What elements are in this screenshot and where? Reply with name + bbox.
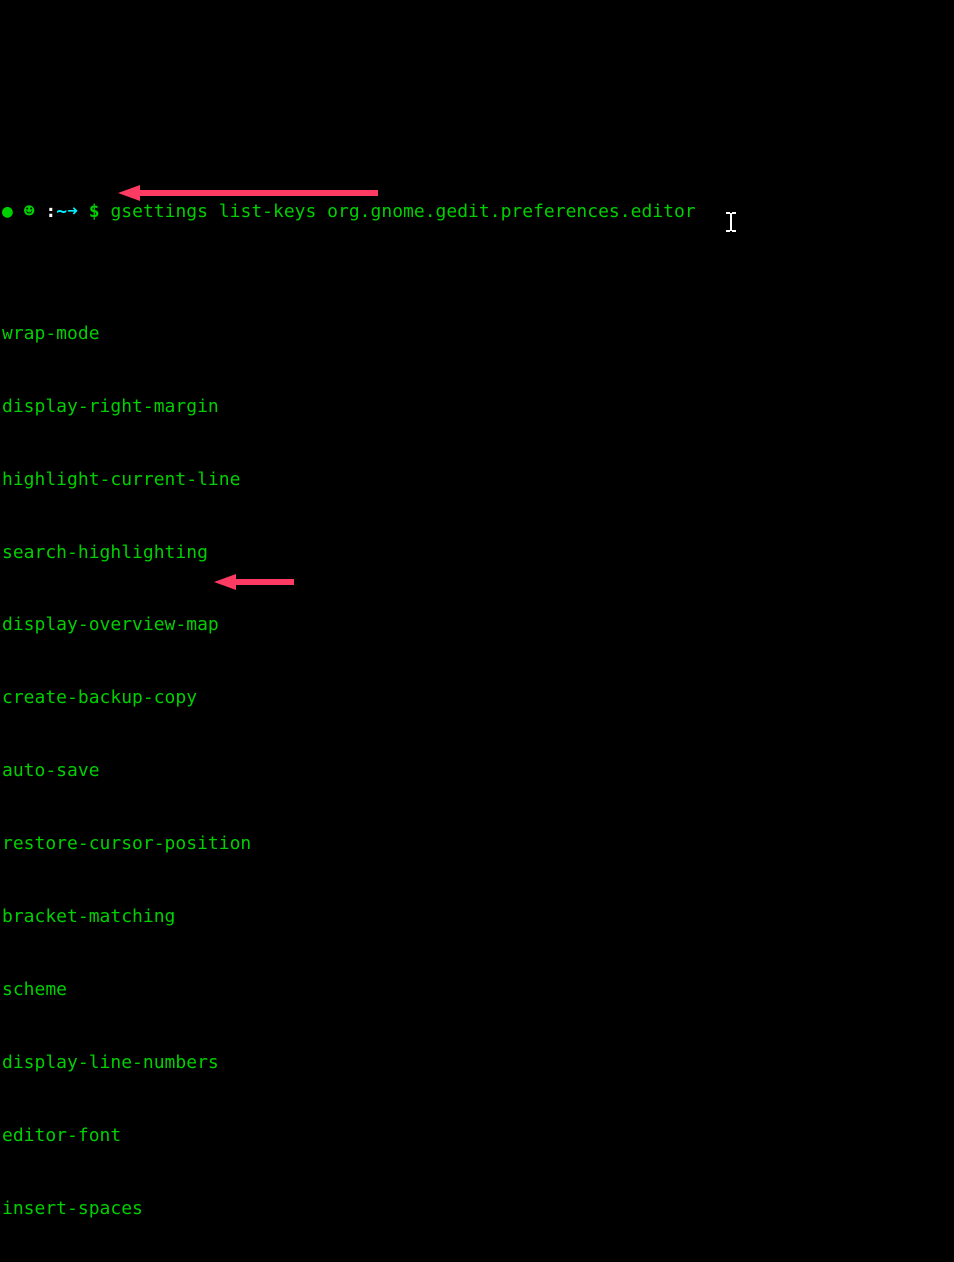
glyph-dot-icon: ● [2, 200, 13, 224]
terminal[interactable]: ● ☻ :~➜ $ ● ☻ : ~ ➜ $ gsettings list-key… [0, 0, 954, 1262]
output-line: bracket-matching [2, 905, 952, 929]
glyph-path: ~ [56, 200, 67, 224]
output-line: restore-cursor-position [2, 832, 952, 856]
output-line: create-backup-copy [2, 686, 952, 710]
prompt-line-1: ● ☻ : ~ ➜ $ gsettings list-keys org.gnom… [2, 200, 952, 224]
output-line: auto-save [2, 759, 952, 783]
glyph-face-icon: ☻ [24, 200, 35, 224]
glyph-arrow-icon: ➜ [67, 200, 78, 224]
command-text: gsettings list-keys org.gnome.gedit.pref… [110, 200, 695, 224]
output-line: wrap-mode [2, 322, 952, 346]
output-line: search-highlighting [2, 541, 952, 565]
prev-line-fragment: ● ☻ :~➜ $ [2, 97, 952, 103]
glyph-sep: : [45, 200, 56, 224]
output-line: scheme [2, 978, 952, 1002]
output-line: editor-font [2, 1124, 952, 1148]
prompt-badge: ● ☻ : ~ ➜ $ [2, 200, 100, 224]
output-line: highlight-current-line [2, 468, 952, 492]
output-line: display-overview-map [2, 613, 952, 637]
output-line: display-line-numbers [2, 1051, 952, 1075]
output-line: display-right-margin [2, 395, 952, 419]
output-line: insert-spaces [2, 1197, 952, 1221]
prompt-dollar: $ [89, 200, 100, 224]
